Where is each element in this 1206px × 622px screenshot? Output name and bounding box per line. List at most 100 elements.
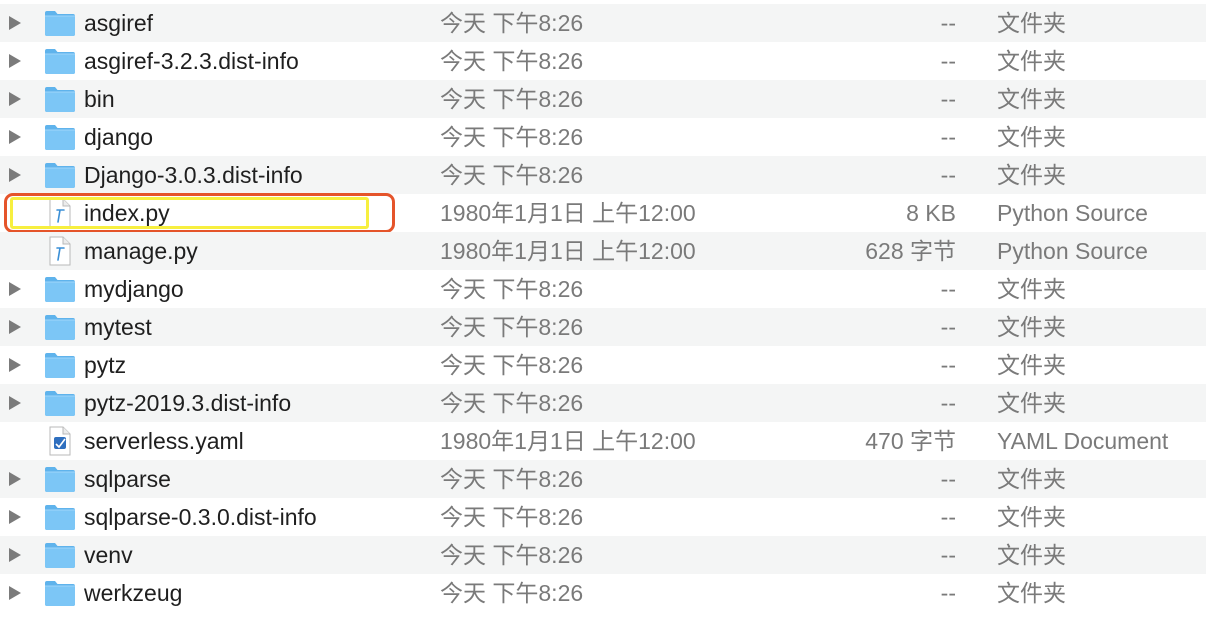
disclosure-triangle-icon[interactable] — [9, 92, 21, 106]
file-size: -- — [940, 276, 956, 302]
folder-icon — [44, 274, 76, 304]
folder-icon — [44, 578, 76, 608]
file-size: -- — [940, 580, 956, 606]
python-file-icon — [44, 198, 76, 228]
file-row-pytz-2019-3-dist-info[interactable]: pytz-2019.3.dist-info 今天 下午8:26 -- 文件夹 — [0, 384, 1206, 422]
disclosure-triangle-icon[interactable] — [9, 548, 21, 562]
file-size: -- — [940, 352, 956, 378]
file-date-modified: 今天 下午8:26 — [440, 86, 584, 112]
file-date-modified: 今天 下午8:26 — [440, 466, 584, 492]
disclosure-triangle-icon[interactable] — [9, 586, 21, 600]
disclosure-triangle-icon[interactable] — [9, 130, 21, 144]
file-kind: 文件夹 — [997, 162, 1066, 188]
file-date-modified: 1980年1月1日 上午12:00 — [440, 428, 696, 454]
disclosure-triangle-icon[interactable] — [9, 16, 21, 30]
file-row-django-3-0-3-dist-info[interactable]: Django-3.0.3.dist-info 今天 下午8:26 -- 文件夹 — [0, 156, 1206, 194]
file-size: -- — [940, 542, 956, 568]
file-row-manage-py[interactable]: manage.py 1980年1月1日 上午12:00 628 字节 Python S… — [0, 232, 1206, 270]
file-row-pytz[interactable]: pytz 今天 下午8:26 -- 文件夹 — [0, 346, 1206, 384]
file-kind: 文件夹 — [997, 10, 1066, 36]
file-name: pytz-2019.3.dist-info — [84, 390, 292, 416]
file-name: mydjango — [84, 276, 184, 302]
file-date-modified: 今天 下午8:26 — [440, 352, 584, 378]
file-row-bin[interactable]: bin 今天 下午8:26 -- 文件夹 — [0, 80, 1206, 118]
file-name: venv — [84, 542, 133, 568]
folder-icon — [44, 464, 76, 494]
python-file-icon — [44, 236, 76, 266]
file-name: pytz — [84, 352, 127, 378]
disclosure-triangle-icon[interactable] — [9, 396, 21, 410]
file-date-modified: 今天 下午8:26 — [440, 542, 584, 568]
file-date-modified: 今天 下午8:26 — [440, 162, 584, 188]
disclosure-triangle-icon[interactable] — [9, 282, 21, 296]
file-kind: 文件夹 — [997, 276, 1066, 302]
file-date-modified: 今天 下午8:26 — [440, 314, 584, 340]
disclosure-triangle-icon[interactable] — [9, 510, 21, 524]
disclosure-triangle-icon[interactable] — [9, 472, 21, 486]
file-kind: 文件夹 — [997, 390, 1066, 416]
file-row-index-py[interactable]: index.py 1980年1月1日 上午12:00 8 KB Python Sour… — [0, 194, 1206, 232]
disclosure-triangle-icon[interactable] — [9, 168, 21, 182]
disclosure-triangle-icon[interactable] — [9, 320, 21, 334]
file-row-sqlparse-0-3-0-dist-info[interactable]: sqlparse-0.3.0.dist-info 今天 下午8:26 -- 文件夹 — [0, 498, 1206, 536]
folder-icon — [44, 540, 76, 570]
file-kind: 文件夹 — [997, 580, 1066, 606]
file-name: bin — [84, 86, 115, 112]
file-row-mytest[interactable]: mytest 今天 下午8:26 -- 文件夹 — [0, 308, 1206, 346]
file-date-modified: 今天 下午8:26 — [440, 124, 584, 150]
file-kind: 文件夹 — [997, 504, 1066, 530]
file-date-modified: 今天 下午8:26 — [440, 504, 584, 530]
file-size: -- — [940, 390, 956, 416]
folder-icon — [44, 312, 76, 342]
file-kind: 文件夹 — [997, 86, 1066, 112]
file-date-modified: 1980年1月1日 上午12:00 — [440, 200, 696, 226]
file-size: -- — [940, 48, 956, 74]
file-date-modified: 1980年1月1日 上午12:00 — [440, 238, 696, 264]
folder-icon — [44, 502, 76, 532]
file-kind: 文件夹 — [997, 352, 1066, 378]
file-date-modified: 今天 下午8:26 — [440, 10, 584, 36]
folder-icon — [44, 160, 76, 190]
file-row-django[interactable]: django 今天 下午8:26 -- 文件夹 — [0, 118, 1206, 156]
file-row-mydjango[interactable]: mydjango 今天 下午8:26 -- 文件夹 — [0, 270, 1206, 308]
file-date-modified: 今天 下午8:26 — [440, 276, 584, 302]
folder-icon — [44, 350, 76, 380]
file-size: -- — [940, 124, 956, 150]
file-row-asgiref[interactable]: asgiref 今天 下午8:26 -- 文件夹 — [0, 4, 1206, 42]
file-name: django — [84, 124, 154, 150]
file-date-modified: 今天 下午8:26 — [440, 580, 584, 606]
file-list: asgiref 今天 下午8:26 -- 文件夹 asgiref-3.2.3.dist-… — [0, 0, 1206, 622]
file-size: -- — [940, 162, 956, 188]
file-row-werkzeug[interactable]: werkzeug 今天 下午8:26 -- 文件夹 — [0, 574, 1206, 612]
yaml-file-icon — [44, 426, 76, 456]
folder-icon — [44, 8, 76, 38]
file-size: -- — [940, 504, 956, 530]
file-kind: Python Source — [997, 200, 1148, 226]
file-size: -- — [940, 466, 956, 492]
file-size: 8 KB — [906, 200, 956, 226]
file-date-modified: 今天 下午8:26 — [440, 48, 584, 74]
file-row-asgiref-3-2-3-dist-info[interactable]: asgiref-3.2.3.dist-info 今天 下午8:26 -- 文件夹 — [0, 42, 1206, 80]
file-row-venv[interactable]: venv 今天 下午8:26 -- 文件夹 — [0, 536, 1206, 574]
file-name: sqlparse-0.3.0.dist-info — [84, 504, 317, 530]
file-name: index.py — [84, 200, 170, 226]
file-kind: YAML Document — [997, 428, 1169, 454]
file-name: sqlparse — [84, 466, 171, 492]
file-name: manage.py — [84, 238, 198, 264]
file-kind: 文件夹 — [997, 48, 1066, 74]
file-size: -- — [940, 314, 956, 340]
disclosure-triangle-icon[interactable] — [9, 54, 21, 68]
file-date-modified: 今天 下午8:26 — [440, 390, 584, 416]
file-size: -- — [940, 10, 956, 36]
file-size: -- — [940, 86, 956, 112]
disclosure-triangle-icon[interactable] — [9, 358, 21, 372]
file-name: asgiref-3.2.3.dist-info — [84, 48, 299, 74]
file-name: mytest — [84, 314, 152, 340]
file-row-sqlparse[interactable]: sqlparse 今天 下午8:26 -- 文件夹 — [0, 460, 1206, 498]
folder-icon — [44, 84, 76, 114]
file-row-serverless-yaml[interactable]: serverless.yaml 1980年1月1日 上午12:00 470 字节 YA… — [0, 422, 1206, 460]
file-name: Django-3.0.3.dist-info — [84, 162, 303, 188]
folder-icon — [44, 388, 76, 418]
file-name: werkzeug — [84, 580, 183, 606]
file-name: serverless.yaml — [84, 428, 244, 454]
